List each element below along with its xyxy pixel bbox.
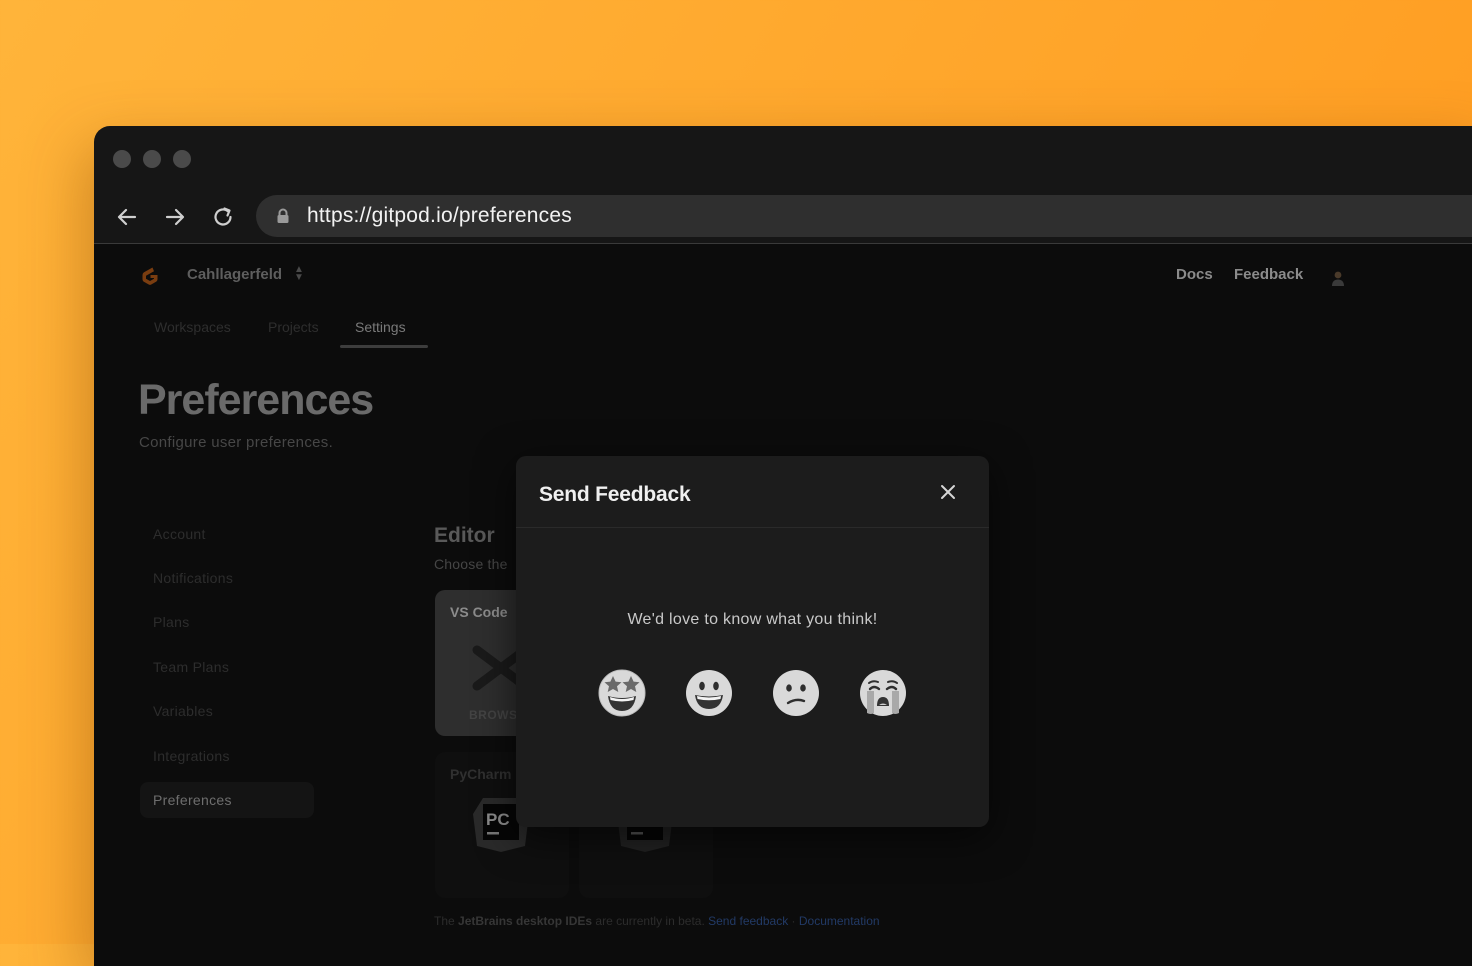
user-avatar-icon[interactable] (1331, 270, 1345, 286)
close-icon[interactable] (936, 480, 960, 504)
footnote-bold: JetBrains desktop IDEs (458, 914, 593, 928)
tab-projects[interactable]: Projects (268, 319, 319, 335)
modal-title: Send Feedback (539, 483, 691, 506)
gitpod-logo-icon[interactable] (138, 264, 162, 288)
url-text[interactable]: https://gitpod.io/preferences (307, 204, 572, 228)
footnote-separator: · (788, 914, 799, 928)
docs-link[interactable]: Docs (1176, 266, 1213, 283)
feedback-link[interactable]: Feedback (1234, 266, 1303, 283)
active-tab-indicator (340, 345, 428, 348)
ide-card-name: VS Code (450, 604, 508, 620)
sidebar-item-variables[interactable]: Variables (153, 703, 213, 719)
star-struck-icon[interactable] (598, 669, 646, 717)
sidebar-item-notifications[interactable]: Notifications (153, 570, 233, 586)
confused-face-icon[interactable] (772, 669, 820, 717)
feedback-prompt: We'd love to know what you think! (627, 611, 878, 628)
sidebar-item-preferences[interactable]: Preferences (153, 792, 232, 808)
crying-face-icon[interactable] (859, 669, 907, 717)
grinning-face-icon[interactable] (685, 669, 733, 717)
org-switcher-label[interactable]: Cahllagerfeld (187, 266, 282, 283)
modal-header: Send Feedback (516, 456, 989, 528)
maximize-window-dot[interactable] (173, 150, 191, 168)
documentation-link[interactable]: Documentation (799, 914, 880, 928)
back-arrow-icon[interactable] (114, 204, 140, 230)
footnote-text: are currently in beta. (592, 914, 709, 928)
window-controls (113, 150, 191, 168)
beta-footnote: The JetBrains desktop IDEs are currently… (434, 914, 880, 928)
address-bar[interactable]: https://gitpod.io/preferences (256, 195, 1472, 237)
tab-workspaces[interactable]: Workspaces (154, 319, 231, 335)
pycharm-logo-text: PC (486, 810, 510, 829)
footnote-text: The (434, 914, 459, 928)
tab-settings[interactable]: Settings (355, 319, 406, 335)
ide-card-badge: BROWS (469, 708, 518, 722)
sidebar-item-account[interactable]: Account (153, 526, 206, 542)
lock-icon (277, 208, 289, 223)
send-feedback-modal: Send Feedback We'd love to know what you… (516, 456, 989, 827)
sidebar-item-integrations[interactable]: Integrations (153, 748, 230, 764)
forward-arrow-icon[interactable] (162, 204, 188, 230)
chevron-up-down-icon[interactable]: ▲ ▼ (294, 265, 304, 283)
reload-icon[interactable] (210, 204, 236, 230)
ide-card-name: PyCharm (450, 766, 512, 782)
send-feedback-link[interactable]: Send feedback (708, 914, 788, 928)
editor-section-subtitle: Choose the (434, 556, 508, 572)
page-subtitle: Configure user preferences. (139, 434, 334, 451)
editor-section-title: Editor (434, 524, 495, 547)
close-window-dot[interactable] (113, 150, 131, 168)
sidebar-item-plans[interactable]: Plans (153, 614, 190, 630)
page-title: Preferences (138, 376, 374, 424)
minimize-window-dot[interactable] (143, 150, 161, 168)
sidebar-item-team-plans[interactable]: Team Plans (153, 659, 229, 675)
